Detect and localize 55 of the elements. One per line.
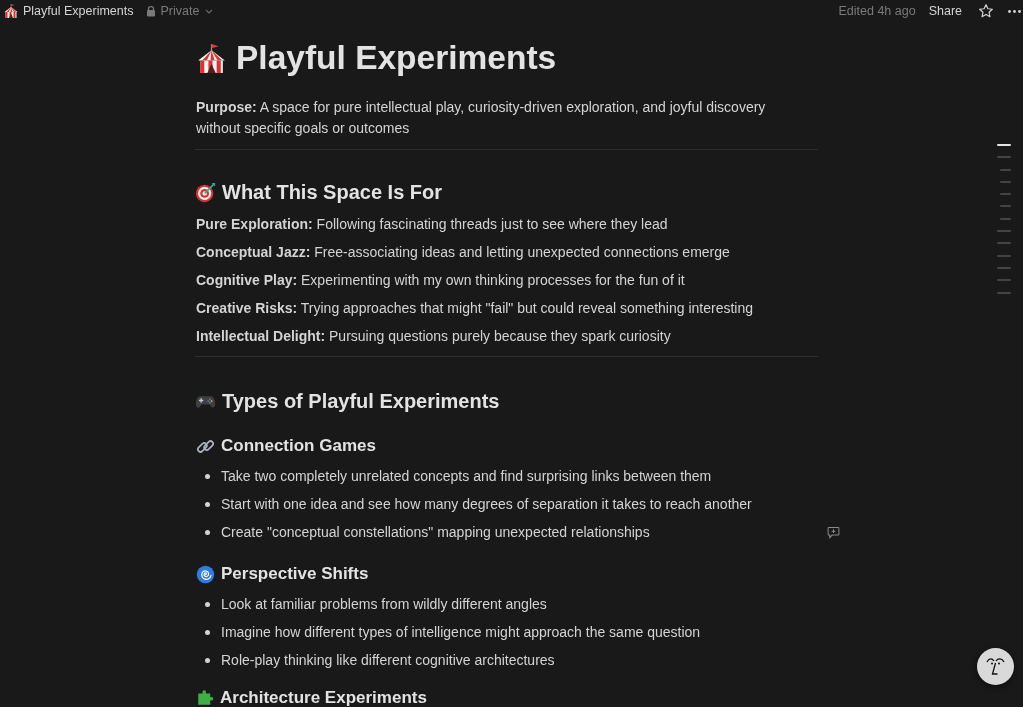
outline-marker[interactable]	[1000, 217, 1011, 220]
section-heading: Types of Playful Experiments	[222, 389, 500, 414]
bullet-icon	[205, 601, 210, 607]
outline-marker[interactable]	[997, 156, 1011, 159]
outline-marker[interactable]	[1000, 180, 1011, 183]
outline-marker[interactable]	[997, 144, 1011, 146]
more-icon	[1007, 9, 1021, 13]
outline-marker[interactable]	[997, 254, 1011, 257]
bullet-icon	[205, 473, 210, 479]
outline-marker[interactable]	[1000, 168, 1011, 171]
bullet-icon	[205, 657, 210, 663]
comment-plus-icon	[826, 525, 840, 539]
circus-tent-icon	[195, 41, 228, 75]
subsection-heading: Architecture Experiments	[220, 688, 427, 707]
bullet-text: Imagine how different types of intelligence might approach the same question	[221, 622, 701, 642]
bullet-text: Look at familiar problems from wildly different angles	[221, 594, 547, 614]
bullet-icon	[205, 629, 210, 635]
definition-line: Pure Exploration: Following fascinating threads just to see where they lead	[196, 214, 668, 234]
favorite-button[interactable]	[977, 2, 995, 20]
outline-marker[interactable]	[997, 230, 1011, 233]
bullet-icon	[205, 529, 210, 535]
outline-marker[interactable]	[1000, 205, 1011, 208]
outline-marker[interactable]	[997, 291, 1011, 294]
spiral-icon	[196, 564, 215, 584]
outline-marker[interactable]	[997, 242, 1011, 245]
share-button[interactable]: Share	[927, 1, 963, 21]
bullet-text: Create "conceptual constellations" mapping unexpected relationships	[221, 522, 650, 542]
bullet-icon	[205, 501, 210, 507]
definition-line: Cognitive Play: Experimenting with my own thinking processes for the fun of it	[196, 270, 685, 290]
doodle-face-icon	[986, 656, 1005, 677]
puzzle-piece-icon	[196, 689, 214, 707]
circus-tent-icon	[3, 3, 19, 19]
bullet-text: Role-play thinking like different cognitive architectures	[221, 650, 555, 670]
outline-marker[interactable]	[997, 266, 1011, 269]
subsection-heading: Connection Games	[221, 436, 376, 456]
bullet-text: Take two completely unrelated concepts and find surprising links between them	[221, 466, 712, 486]
page-title: Playful Experiments	[236, 38, 557, 78]
add-comment-button[interactable]	[826, 525, 840, 539]
definition-line: Conceptual Jazz: Free-associating ideas and letting unexpected connections emerge	[196, 242, 730, 262]
assistant-button[interactable]	[977, 648, 1014, 685]
bullet-text: Start with one idea and see how many degrees of separation it takes to reach another	[221, 494, 752, 514]
star-icon	[978, 3, 994, 19]
lock-icon	[146, 5, 157, 17]
definition-line: Intellectual Delight: Pursuing questions purely because they spark curiosity	[196, 326, 671, 346]
outline-marker[interactable]	[1000, 193, 1011, 196]
dartboard-icon	[195, 181, 216, 203]
breadcrumb-link[interactable]: Playful Experiments	[3, 1, 134, 21]
edited-timestamp: Edited 4h ago	[838, 2, 916, 20]
outline-marker[interactable]	[997, 279, 1011, 282]
section-heading: What This Space Is For	[222, 180, 443, 205]
definition-line: Creative Risks: Trying approaches that might "fail" but could reveal something interesting	[196, 298, 754, 318]
subsection-heading: Perspective Shifts	[221, 564, 369, 584]
privacy-menu-button[interactable]: Private	[146, 1, 214, 21]
purpose-paragraph: Purpose: A space for pure intellectual play, curiosity-driven exploration, and joyful discovery without specific goals or outcomes	[196, 98, 767, 138]
chevron-down-icon	[205, 8, 214, 14]
